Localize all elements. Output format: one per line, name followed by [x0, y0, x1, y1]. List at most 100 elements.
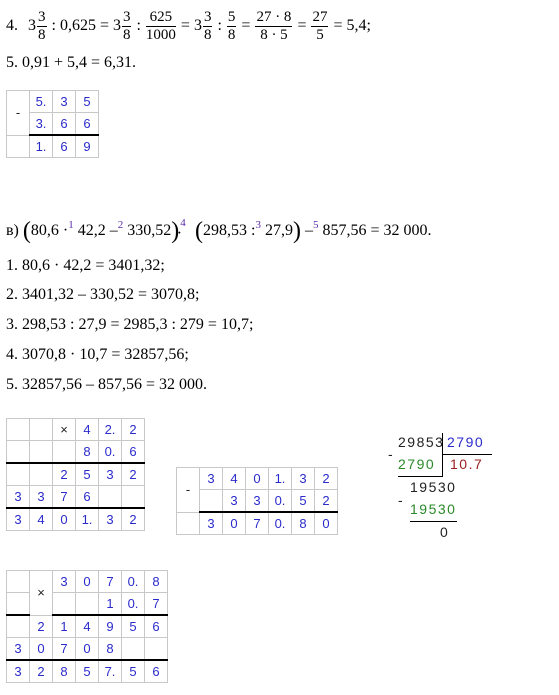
- digit-cell: 7: [52, 637, 76, 661]
- order-mark: 3: [255, 219, 262, 232]
- digit-cell: 7.: [98, 659, 122, 683]
- digit-cell: 0: [245, 467, 269, 490]
- solution-step-3: 3. 298,53 : 27,9 = 2985,3 : 279 = 10,7;: [6, 316, 254, 333]
- expr-text: = 3: [180, 17, 202, 35]
- digit-cell: 1: [52, 614, 76, 638]
- digit-cell: 3: [222, 489, 246, 513]
- expr-text: 42,2 –: [77, 222, 118, 240]
- minus-sign: -: [398, 492, 405, 508]
- digit-cell: 1.: [29, 134, 53, 158]
- digit-cell: 2: [121, 507, 145, 531]
- digit-cell: 2: [314, 467, 338, 490]
- fraction: 27 · 88 · 5: [255, 9, 293, 43]
- digit-cell: 2: [29, 659, 53, 683]
- digit-cell: 9: [98, 614, 122, 638]
- digit-cell: 7: [98, 570, 122, 593]
- remainder-2: 0: [440, 524, 450, 540]
- subtrahend-2: 19530: [410, 501, 457, 517]
- part-label: в): [6, 222, 19, 240]
- digit-cell: 0.: [121, 570, 145, 593]
- times-sign: ×: [52, 418, 76, 441]
- digit-cell: 8: [52, 659, 76, 683]
- digit-cell: 5: [75, 462, 99, 486]
- subtraction-line-2: [410, 521, 457, 522]
- digit-cell: 1: [98, 592, 122, 616]
- multiplication-table-1: × 4 2. 2 8 0. 6 2 5 3 2 3 3 7 6 3 4 0 1.…: [6, 418, 145, 531]
- digit-cell: 3: [52, 570, 76, 593]
- line-step-5: 5. 0,91 + 5,4 = 6,31.: [6, 54, 137, 71]
- digit-cell: 0.: [268, 511, 292, 535]
- times-sign: ×: [29, 570, 53, 616]
- digit-cell: 4: [29, 507, 53, 531]
- digit-cell: 0.: [268, 489, 292, 513]
- digit-cell: 5: [121, 659, 145, 683]
- division-bar-horizontal: [442, 454, 492, 455]
- digit-cell: 3: [98, 462, 122, 486]
- digit-cell: 3: [98, 507, 122, 531]
- fraction: 58: [226, 9, 237, 43]
- fraction: 38: [202, 9, 213, 43]
- digit-cell: 4: [75, 418, 99, 441]
- subtraction-table-1: - 5. 3 5 3. 6 6 1. 6 9: [6, 90, 99, 158]
- digit-cell: 2.: [98, 418, 122, 441]
- solution-step-2: 2. 3401,32 – 330,52 = 3070,8;: [6, 286, 200, 303]
- subtraction-table-2: - 3 4 0 1. 3 2 3 3 0. 5 2 3 0 7 0. 8 0: [176, 467, 338, 535]
- digit-cell: 3: [6, 637, 30, 661]
- digit-cell: 0.: [121, 592, 145, 616]
- digit-cell: 0: [52, 507, 76, 531]
- digit-cell: 5: [75, 659, 99, 683]
- digit-cell: 8: [75, 440, 99, 464]
- fraction: 27 5: [311, 9, 329, 43]
- digit-cell: 0: [29, 637, 53, 661]
- expr-text: 27,9: [265, 222, 293, 240]
- fraction: 38: [37, 9, 47, 43]
- digit-cell: 2: [121, 418, 145, 441]
- digit-cell: 1.: [268, 467, 292, 490]
- subtrahend-1: 2790: [398, 456, 436, 472]
- solution-step-1: 1. 80,6 · 42,2 = 3401,32;: [6, 257, 165, 274]
- digit-cell: 7: [245, 511, 269, 535]
- digit-cell: 8: [98, 637, 122, 661]
- expr-text: :: [217, 17, 222, 35]
- solution-step-5: 5. 32857,56 – 857,56 = 32 000.: [6, 376, 208, 393]
- digit-cell: 7: [144, 592, 168, 616]
- line-step-4: 4. 338 : 0,625 = 338 : 625 1000 = 338 : 5…: [6, 10, 371, 43]
- expr-text: 857,56 = 32 000.: [322, 222, 432, 240]
- digit-cell: 3: [29, 485, 53, 509]
- minus-sign: -: [388, 446, 395, 462]
- minus-sign: -: [6, 90, 30, 136]
- digit-cell: 6: [121, 440, 145, 464]
- digit-cell: 3: [245, 489, 269, 513]
- digit-cell: 4: [75, 614, 99, 638]
- digit-cell: 3: [199, 467, 223, 490]
- expression-v: в) (80,6 ·1 42,2 –2 330,52) 298,53 :4· (…: [6, 217, 432, 244]
- digit-cell: 0: [314, 511, 338, 535]
- digit-cell: 6: [52, 134, 76, 158]
- fraction: 625 1000: [145, 9, 176, 43]
- digit-cell: 2: [29, 614, 53, 638]
- multiplication-table-2: × 3 0 7 0. 8 1 0. 7 2 1 4 9 5 6 3 0 7 0 …: [6, 570, 168, 683]
- whole-part: 3: [28, 17, 36, 35]
- digit-cell: 6: [52, 112, 76, 136]
- expr-text: 80,6 ·: [30, 222, 69, 240]
- digit-cell: 3: [6, 507, 30, 531]
- dividend: 29853: [398, 434, 445, 450]
- digit-cell: 0: [222, 511, 246, 535]
- order-mark: 5: [313, 219, 319, 232]
- quotient: 10.7: [450, 456, 484, 472]
- order-mark: 2: [117, 219, 124, 232]
- digit-cell: 3: [291, 467, 315, 490]
- digit-cell: 8: [144, 570, 168, 593]
- minus-sign: -: [176, 467, 200, 513]
- digit-cell: 3.: [29, 112, 53, 136]
- digit-cell: 6: [144, 614, 168, 638]
- subtraction-line-1: [398, 476, 442, 477]
- digit-cell: 3: [199, 511, 223, 535]
- expr-text: :: [136, 17, 141, 35]
- expr-text: =: [297, 17, 307, 35]
- digit-cell: 5.: [29, 90, 53, 113]
- expr-text: 330,52: [127, 222, 172, 240]
- digit-cell: 1.: [75, 507, 99, 531]
- expr-text: : 0,625 = 3: [51, 17, 121, 35]
- digit-cell: 6: [144, 659, 168, 683]
